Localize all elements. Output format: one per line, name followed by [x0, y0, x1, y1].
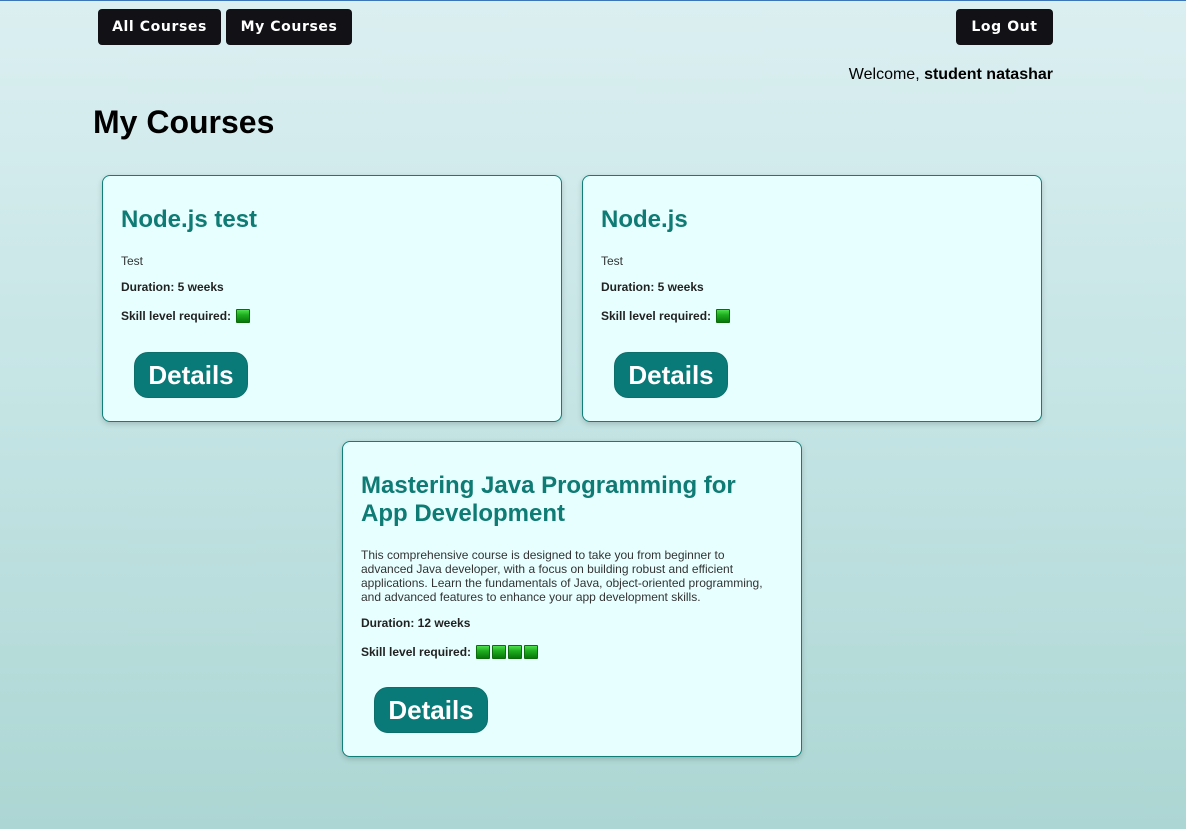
- skill-level-icons: [234, 309, 251, 326]
- green-square-icon: [524, 645, 539, 659]
- skill-level-icons: [714, 309, 731, 326]
- details-button[interactable]: Details: [374, 687, 488, 733]
- all-courses-button[interactable]: All Courses: [98, 9, 221, 45]
- course-duration: Duration: 5 weeks: [121, 280, 224, 294]
- details-button[interactable]: Details: [614, 352, 728, 398]
- skill-level-icons: [474, 645, 539, 662]
- welcome-prefix: Welcome,: [848, 66, 925, 83]
- welcome-message: Welcome, student natashar: [849, 66, 1053, 84]
- skill-level-label: Skill level required:: [361, 645, 472, 659]
- logout-button[interactable]: Log Out: [956, 9, 1053, 45]
- my-courses-button[interactable]: My Courses: [226, 9, 352, 45]
- course-card: Node.js Test Duration: 5 weeks Skill lev…: [582, 175, 1042, 422]
- course-description: Test: [121, 254, 144, 268]
- page-title: My Courses: [93, 104, 275, 140]
- details-button[interactable]: Details: [134, 352, 248, 398]
- course-card: Node.js test Test Duration: 5 weeks Skil…: [102, 175, 562, 422]
- green-square-icon: [492, 645, 507, 659]
- course-title: Mastering Java Programming for App Devel…: [361, 472, 736, 527]
- green-square-icon: [236, 309, 251, 323]
- course-card: Mastering Java Programming for App Devel…: [342, 441, 802, 757]
- welcome-username: student natashar: [924, 66, 1053, 83]
- course-duration: Duration: 5 weeks: [601, 280, 704, 294]
- course-description: Test: [601, 254, 624, 268]
- course-description: This comprehensive course is designed to…: [361, 548, 763, 604]
- course-duration: Duration: 12 weeks: [361, 616, 471, 630]
- green-square-icon: [508, 645, 523, 659]
- green-square-icon: [476, 645, 491, 659]
- course-title: Node.js test: [121, 206, 258, 233]
- course-skill-level: Skill level required:: [601, 309, 731, 326]
- skill-level-label: Skill level required:: [121, 309, 232, 323]
- course-skill-level: Skill level required:: [121, 309, 251, 326]
- green-square-icon: [716, 309, 731, 323]
- skill-level-label: Skill level required:: [601, 309, 712, 323]
- course-skill-level: Skill level required:: [361, 645, 539, 662]
- course-title: Node.js: [601, 206, 688, 233]
